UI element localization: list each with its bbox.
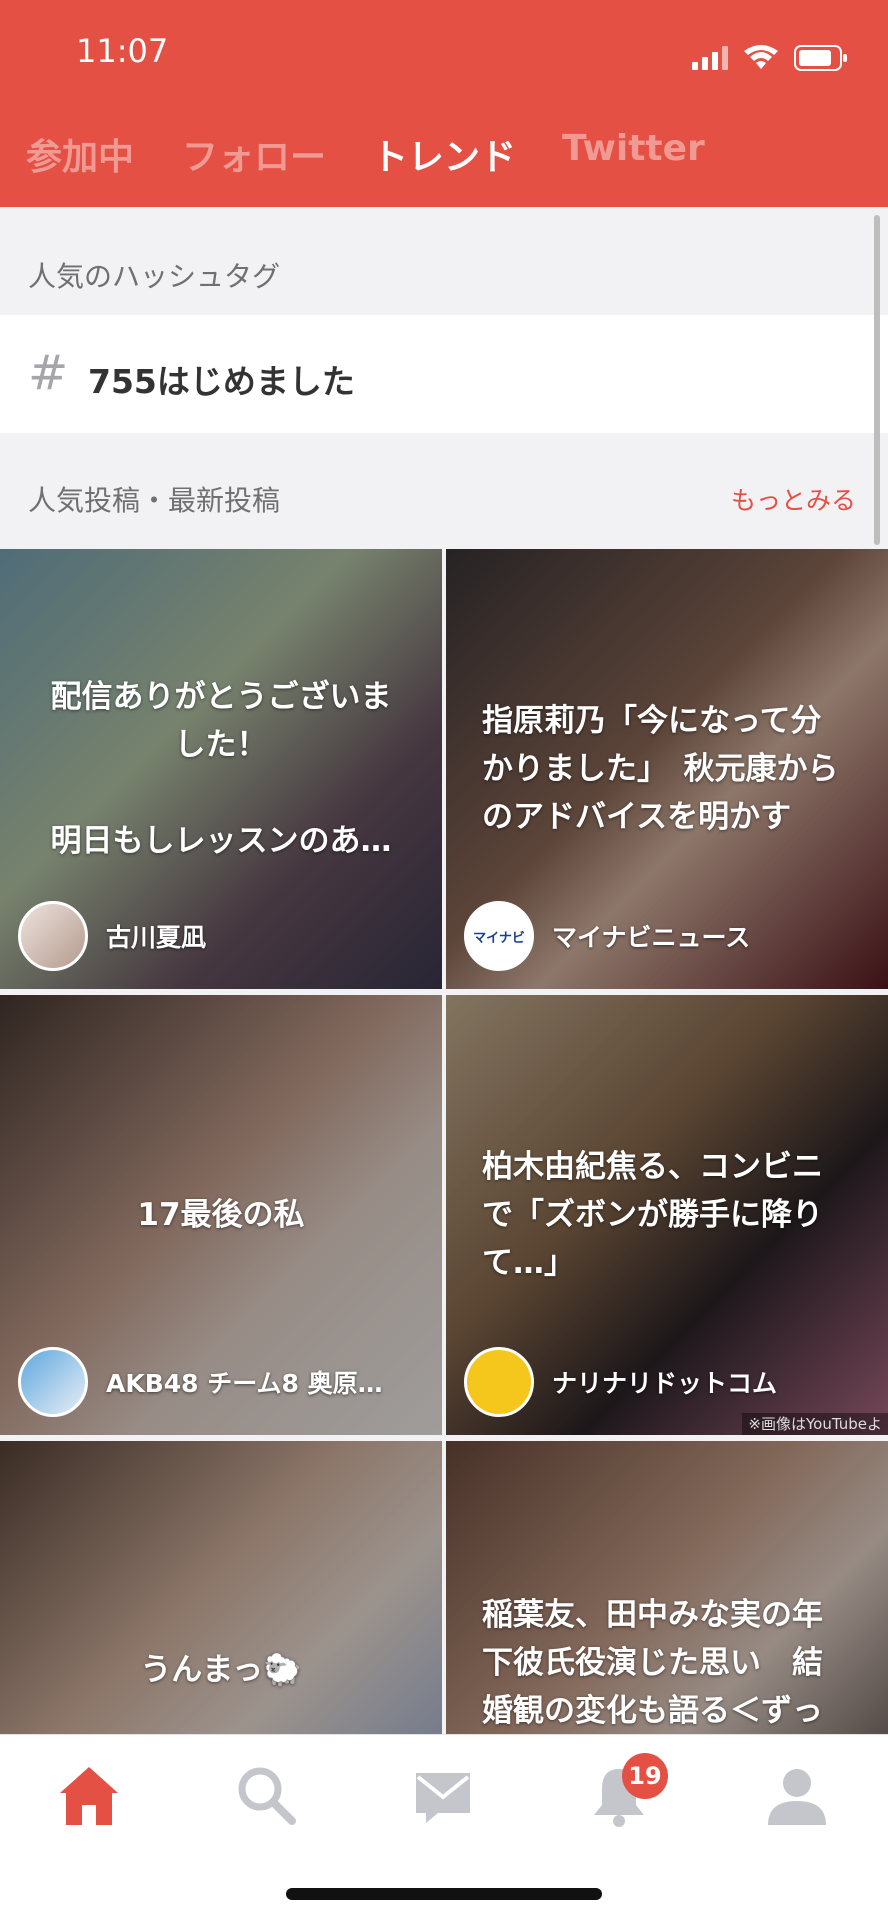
post-card[interactable]: 稲葉友、田中みな実の年下彼氏役演じた思い 結婚観の変化も語る＜ずっと独身でいるつ… [446,1441,888,1734]
hashtag-label: 755はじめました [88,362,355,401]
post-author[interactable]: 古川夏凪 [18,901,206,971]
status-icons [692,38,848,78]
posts-section-title: 人気投稿・最新投稿 [28,484,281,517]
scrollbar[interactable] [874,215,880,545]
hashtag-section-title: 人気のハッシュタグ [28,260,281,293]
post-author[interactable]: AKB48 チーム8 奥原… [18,1347,383,1417]
search-icon[interactable] [232,1761,302,1831]
post-author[interactable]: マイナビ マイナビニュース [464,901,750,971]
hash-icon: # [28,345,69,401]
avatar [18,1347,88,1417]
avatar: マイナビ [464,901,534,971]
post-card[interactable]: 17最後の私 AKB48 チーム8 奥原… [0,995,442,1435]
mail-icon[interactable] [408,1761,478,1831]
author-name: 古川夏凪 [106,923,207,952]
hashtag-item[interactable]: # 755はじめました [0,315,888,433]
more-link[interactable]: もっとみる [731,481,856,517]
posts-grid: 配信ありがとうございました！ 明日もしレッスンのあ… 古川夏凪 指原莉乃「今にな… [0,549,888,1734]
avatar [18,901,88,971]
app-header: 11:07 参加中 フォロー トレンド Twitter [0,0,888,207]
author-name: マイナビニュース [552,923,751,952]
tab-twitter[interactable]: Twitter [562,128,705,169]
post-card[interactable]: 指原莉乃「今になって分かりました」 秋元康からのアドバイスを明かす マイナビ マ… [446,549,888,989]
post-text: 稲葉友、田中みな実の年下彼氏役演じた思い 結婚観の変化も語る＜ずっと独身でいるつ… [482,1597,823,1730]
post-text: 指原莉乃「今になって分かりました」 秋元康からのアドバイスを明かす [482,703,839,835]
wifi-icon [744,45,778,69]
post-card[interactable]: うんまっ🐑 [0,1441,442,1734]
notification-badge: 19 [622,1753,668,1799]
home-indicator [286,1888,602,1900]
post-text: 配信ありがとうございました！ 明日もしレッスンのあ… [50,679,392,859]
post-text: 17最後の私 [137,1197,305,1233]
author-name: AKB48 チーム8 奥原… [106,1369,383,1398]
posts-section-header: 人気投稿・最新投稿 もっとみる [0,433,888,549]
battery-icon [794,45,847,71]
tab-trend[interactable]: トレンド [372,128,516,180]
author-name: ナリナリドットコム [552,1369,778,1398]
tab-follow[interactable]: フォロー [182,128,326,180]
top-tabs: 参加中 フォロー トレンド Twitter [0,128,888,188]
post-card[interactable]: 配信ありがとうございました！ 明日もしレッスンのあ… 古川夏凪 [0,549,442,989]
home-icon[interactable] [54,1761,124,1831]
post-text: うんまっ🐑 [140,1651,302,1688]
hashtag-section-header: 人気のハッシュタグ [0,207,888,315]
status-time: 11:07 [76,32,169,70]
tab-participating[interactable]: 参加中 [26,128,134,180]
avatar [464,1347,534,1417]
image-credit: ※画像はYouTubeよ [742,1413,888,1435]
post-text: 柏木由紀焦る、コンビニで「ズボンが勝手に降りて…」 [482,1149,823,1281]
post-author[interactable]: ナリナリドットコム [464,1347,777,1417]
post-card[interactable]: 柏木由紀焦る、コンビニで「ズボンが勝手に降りて…」 ナリナリドットコム ※画像は… [446,995,888,1435]
trend-feed[interactable]: 人気のハッシュタグ # 755はじめました 人気投稿・最新投稿 もっとみる 配信… [0,207,888,1734]
signal-icon [692,46,728,70]
profile-icon[interactable] [762,1761,832,1831]
avatar-label: マイナビ [473,930,525,946]
